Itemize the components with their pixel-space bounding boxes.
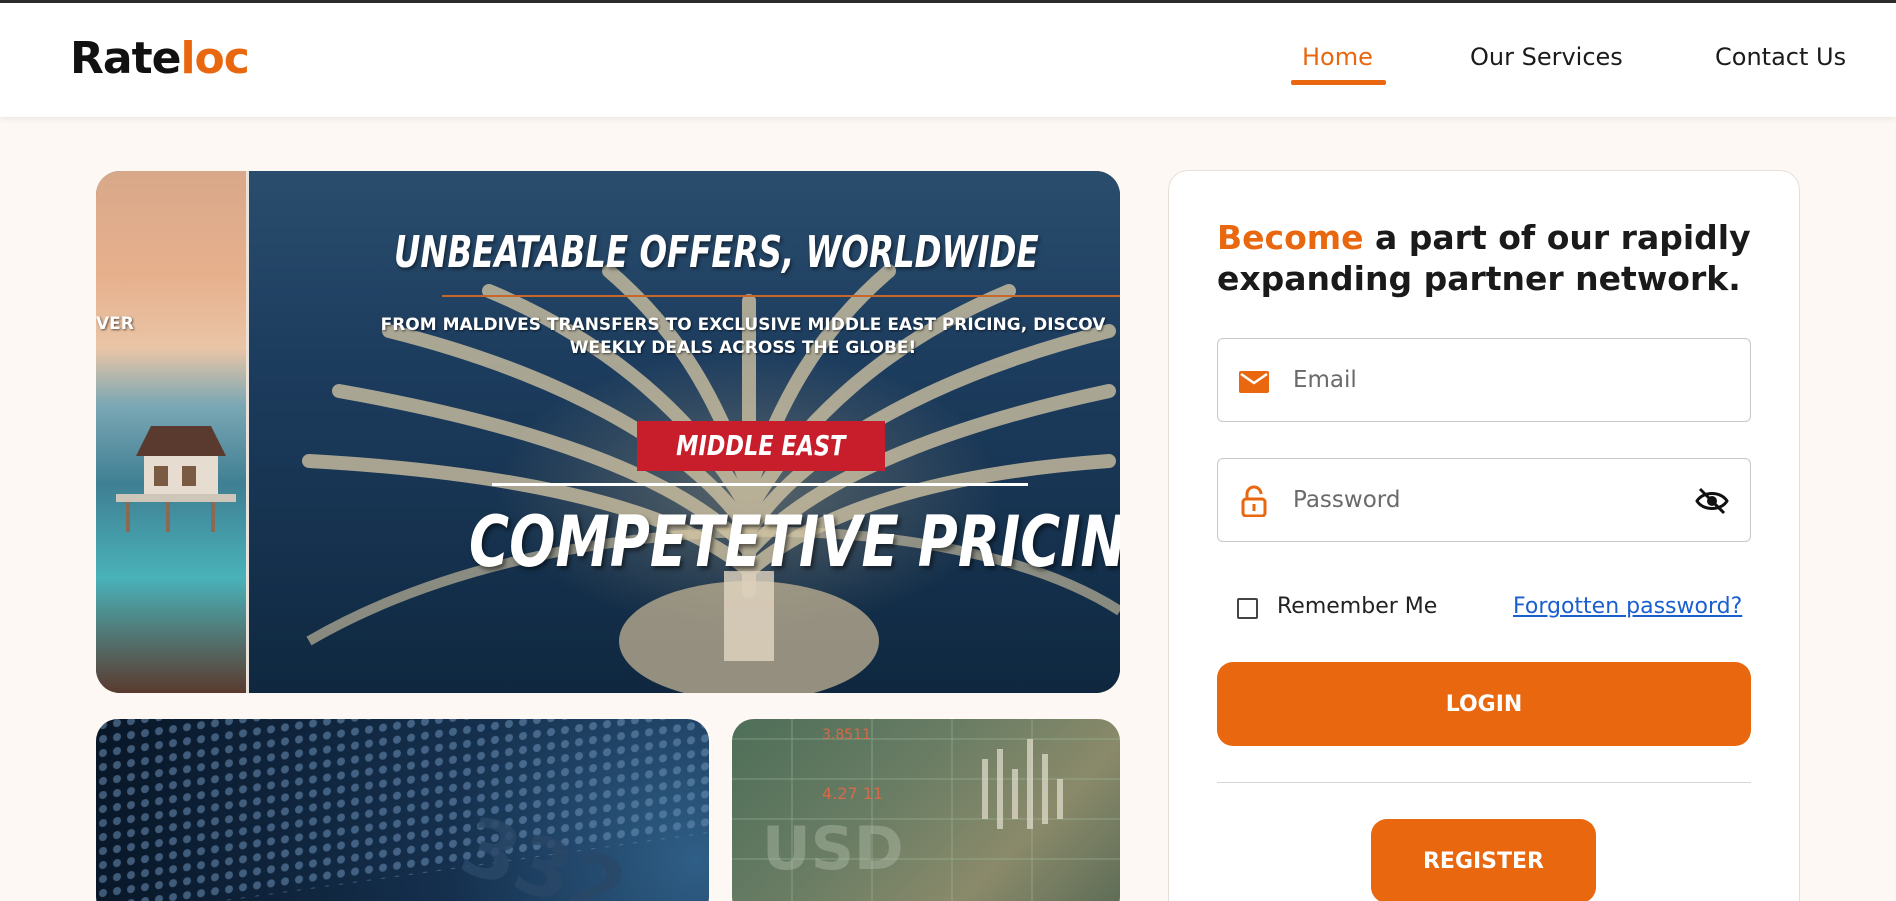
nav-contact-us[interactable]: Contact Us: [1715, 43, 1846, 71]
login-heading: Become a part of our rapidly expanding p…: [1217, 217, 1777, 299]
password-field[interactable]: [1217, 458, 1751, 542]
remember-me-label[interactable]: Remember Me: [1277, 594, 1437, 619]
hero-title-rule: [442, 295, 1120, 297]
hero-headline: COMPETETIVE PRICING: [469, 501, 1120, 583]
hero-carousel[interactable]: VER UNBEATABLE OFFERS, WORLDWIDE FROM MA…: [96, 171, 1120, 693]
nav-our-services[interactable]: Our Services: [1470, 43, 1623, 71]
login-heading-accent: Become: [1217, 218, 1364, 257]
logo[interactable]: Rateloc: [70, 33, 250, 84]
led-ticker-image: 332: [96, 719, 709, 901]
password-input[interactable]: [1293, 459, 1693, 541]
lock-icon: [1241, 485, 1267, 517]
logo-part-2: loc: [180, 33, 249, 84]
previous-slide-maldives: VER: [96, 171, 246, 693]
email-input[interactable]: [1293, 339, 1693, 421]
card-divider: [1217, 782, 1751, 783]
eye-off-icon[interactable]: [1694, 485, 1730, 517]
login-button[interactable]: LOGIN: [1217, 662, 1751, 746]
hero-subtitle-line-1: FROM MALDIVES TRANSFERS TO EXCLUSIVE MID…: [380, 315, 1106, 335]
forex-chart-tile[interactable]: 4.27 11 3.8511 USD: [732, 719, 1120, 901]
hero-headline-rule: [492, 483, 1028, 486]
forgot-password-link[interactable]: Forgotten password?: [1513, 594, 1742, 619]
svg-text:3.8511: 3.8511: [822, 727, 871, 743]
svg-text:4.27 11: 4.27 11: [822, 784, 883, 803]
nav-home[interactable]: Home: [1302, 43, 1373, 71]
email-field[interactable]: [1217, 338, 1751, 422]
forex-chart-image: 4.27 11 3.8511 USD: [732, 719, 1120, 901]
hero-title: UNBEATABLE OFFERS, WORLDWIDE: [394, 227, 1039, 278]
register-button[interactable]: REGISTER: [1371, 819, 1596, 901]
mail-icon: [1239, 371, 1269, 393]
nav-active-indicator: [1291, 80, 1386, 85]
previous-slide-text-fragment: VER: [96, 314, 134, 334]
stock-ticker-tile[interactable]: 332: [96, 719, 709, 901]
remember-me-checkbox[interactable]: [1237, 598, 1258, 619]
svg-text:USD: USD: [762, 814, 904, 884]
region-badge-label: MIDDLE EAST: [676, 429, 846, 462]
region-badge: MIDDLE EAST: [637, 421, 885, 471]
site-header: Rateloc Home Our Services Contact Us: [0, 3, 1896, 117]
hero-subtitle: FROM MALDIVES TRANSFERS TO EXCLUSIVE MID…: [366, 314, 1120, 360]
logo-part-1: Rate: [70, 33, 181, 84]
overwater-villa-image: [116, 426, 236, 532]
hero-subtitle-line-2: WEEKLY DEALS ACROSS THE GLOBE!: [569, 338, 917, 358]
